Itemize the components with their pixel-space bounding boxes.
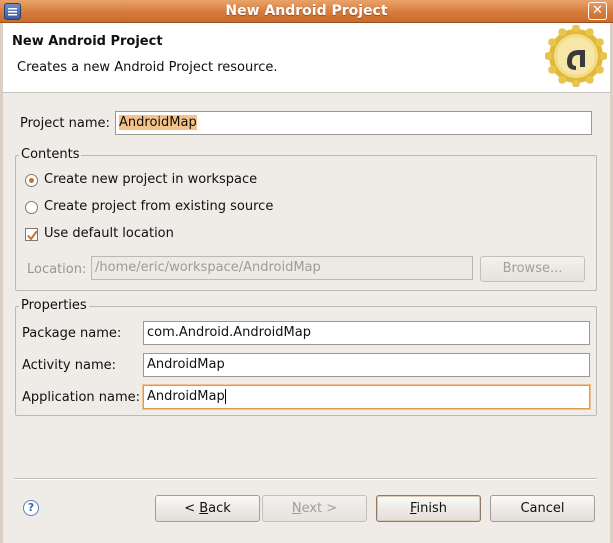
close-icon[interactable]: ✕ bbox=[588, 2, 607, 20]
location-input[interactable]: /home/eric/workspace/AndroidMap bbox=[91, 256, 473, 280]
contents-group-title: Contents bbox=[19, 147, 82, 162]
window-frame-left bbox=[0, 23, 3, 543]
application-name-label: Application name: bbox=[22, 390, 141, 405]
application-name-value: AndroidMap bbox=[147, 389, 225, 404]
finish-button[interactable]: Finish bbox=[376, 495, 481, 522]
use-default-location-checkbox[interactable] bbox=[25, 228, 38, 241]
package-name-input[interactable]: com.Android.AndroidMap bbox=[143, 321, 590, 345]
create-new-project-radio[interactable] bbox=[25, 174, 38, 187]
application-name-input[interactable]: AndroidMap bbox=[143, 385, 590, 409]
project-name-label: Project name: bbox=[20, 116, 110, 131]
window-title: New Android Project bbox=[225, 3, 388, 19]
create-from-source-radio[interactable] bbox=[25, 201, 38, 214]
project-name-value: AndroidMap bbox=[119, 115, 197, 130]
create-new-project-label[interactable]: Create new project in workspace bbox=[44, 172, 257, 187]
button-bar-divider bbox=[14, 478, 597, 480]
next-button[interactable]: Next > bbox=[262, 495, 367, 522]
back-button[interactable]: < Back bbox=[155, 495, 260, 522]
use-default-location-label[interactable]: Use default location bbox=[44, 226, 174, 241]
cancel-button[interactable]: Cancel bbox=[490, 495, 595, 522]
package-name-label: Package name: bbox=[22, 326, 122, 341]
page-description: Creates a new Android Project resource. bbox=[17, 60, 278, 75]
create-from-source-label[interactable]: Create project from existing source bbox=[44, 199, 273, 214]
activity-name-input[interactable]: AndroidMap bbox=[143, 353, 590, 377]
help-icon[interactable]: ? bbox=[23, 500, 39, 516]
properties-group-title: Properties bbox=[19, 298, 89, 313]
android-adt-logo-icon bbox=[545, 25, 607, 87]
wizard-banner: New Android Project Creates a new Androi… bbox=[3, 23, 610, 93]
text-caret bbox=[224, 389, 226, 404]
browse-button[interactable]: Browse... bbox=[480, 256, 585, 282]
activity-name-label: Activity name: bbox=[22, 358, 116, 373]
location-label: Location: bbox=[27, 262, 87, 277]
window-titlebar: New Android Project ✕ bbox=[0, 0, 613, 23]
page-title: New Android Project bbox=[12, 34, 163, 49]
checkmark-icon bbox=[27, 230, 38, 241]
project-name-input[interactable]: AndroidMap bbox=[115, 111, 592, 135]
